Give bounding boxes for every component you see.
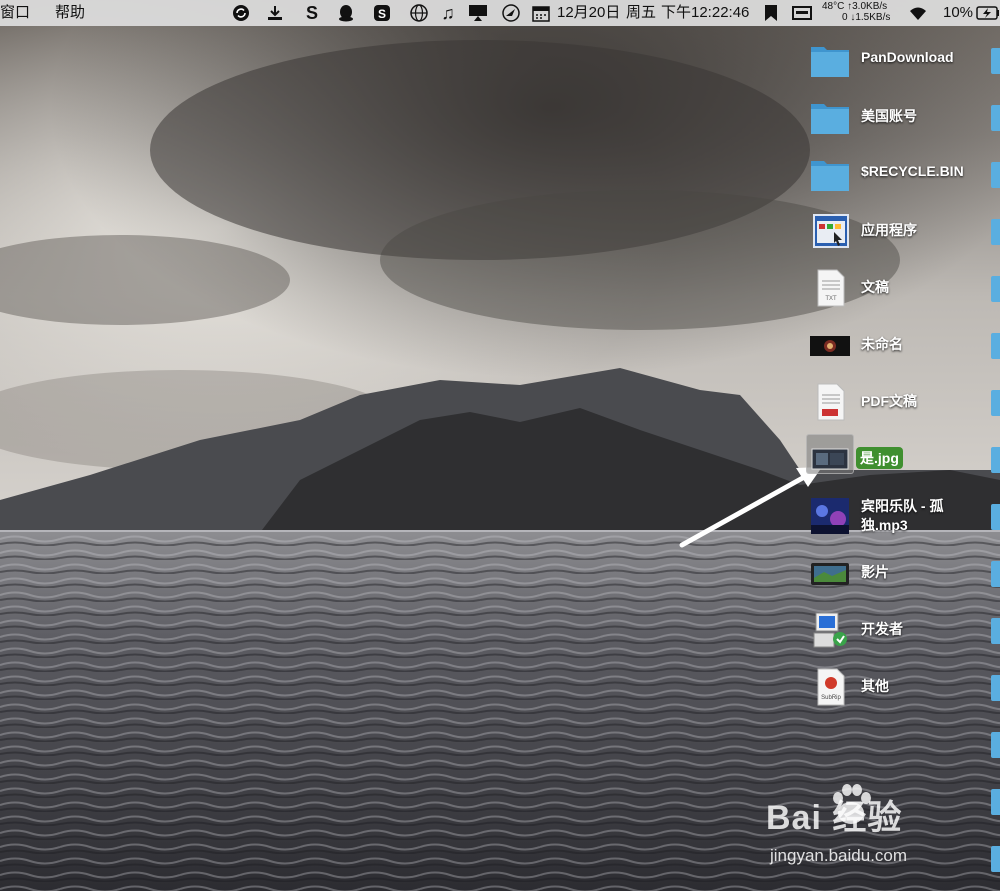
menu-window[interactable]: 窗口 — [0, 4, 30, 22]
folder-icon — [811, 47, 849, 77]
svg-text:S: S — [378, 7, 386, 21]
folder-icon — [811, 161, 849, 191]
image-thumbnail-icon — [811, 448, 849, 470]
menu-help[interactable]: 帮助 — [55, 4, 85, 22]
desktop-item-untitled[interactable]: 未命名 — [808, 322, 998, 368]
menubar-date[interactable]: 12月20日 — [557, 4, 620, 22]
svg-text:TXT: TXT — [825, 296, 837, 302]
menubar-time[interactable]: 下午12:22:46 — [661, 4, 749, 22]
edge-folder[interactable] — [991, 390, 1000, 416]
desktop-item-label: 其他 — [861, 678, 889, 694]
folder-icon — [811, 104, 849, 134]
desktop-item-pdf-documents[interactable]: PDF文稿 — [808, 379, 998, 425]
battery-icon[interactable] — [976, 3, 1000, 23]
battery-percent[interactable]: 10% — [943, 4, 973, 22]
txt-document-icon: TXT — [817, 269, 845, 307]
desktop-item-label: $RECYCLE.BIN — [861, 163, 964, 179]
globe-icon[interactable] — [409, 3, 429, 23]
sogou-icon[interactable]: S — [372, 3, 392, 23]
edge-folder[interactable] — [991, 675, 1000, 701]
edge-folder[interactable] — [991, 618, 1000, 644]
desktop-item-label: 开发者 — [861, 621, 903, 637]
edge-folder[interactable] — [991, 333, 1000, 359]
baidu-jingyan-watermark: Bai 经验 jingyan.baidu.com — [766, 780, 996, 880]
menubar-weekday[interactable]: 周五 — [626, 4, 656, 22]
desktop-item-label: 美国账号 — [861, 108, 917, 124]
desktop-item-label: PanDownload — [861, 49, 954, 65]
svg-text:SubRip: SubRip — [821, 695, 841, 701]
compass-icon[interactable] — [501, 3, 521, 23]
download-icon[interactable] — [265, 3, 285, 23]
screen-mirror-icon[interactable] — [468, 3, 488, 23]
net-down: ↓1.5KB/s — [850, 12, 891, 23]
app-window-icon — [813, 214, 849, 248]
pdf-document-icon — [817, 383, 845, 421]
album-art-icon — [811, 498, 849, 534]
desktop-item-movies[interactable]: 影片 — [808, 550, 998, 596]
desktop-item-pandownload[interactable]: PanDownload — [808, 37, 998, 83]
network-sync-icon[interactable] — [231, 3, 251, 23]
desktop-item-label: 应用程序 — [861, 222, 917, 238]
desktop-item-image-selected[interactable]: 是.jpg — [806, 434, 998, 482]
desktop-item-applications[interactable]: 应用程序 — [808, 208, 998, 254]
network-stats[interactable]: 48°C ↑3.0KB/s 0 ↓1.5KB/s — [822, 1, 890, 23]
desktop-item-label: PDF文稿 — [861, 393, 917, 409]
temp-sub: 0 — [842, 12, 848, 23]
s-app-icon[interactable]: S — [302, 3, 322, 23]
menu-bar: 窗口 帮助 S S ♫ 12月20日 周五 下午12:22:46 48°C ↑3… — [0, 0, 1000, 26]
developer-icon — [813, 612, 847, 648]
desktop-item-label: 影片 — [861, 564, 889, 580]
edge-folder[interactable] — [991, 561, 1000, 587]
net-up: ↑3.0KB/s — [847, 1, 888, 12]
desktop-item-developer[interactable]: 开发者 — [808, 607, 998, 653]
qq-icon[interactable] — [336, 3, 356, 23]
music-note-icon[interactable]: ♫ — [438, 3, 458, 23]
edge-folder[interactable] — [991, 48, 1000, 74]
display-icon[interactable] — [792, 3, 812, 23]
bookmark-icon[interactable] — [761, 3, 781, 23]
desktop-item-us-account[interactable]: 美国账号 — [808, 94, 998, 140]
movie-icon — [811, 563, 849, 585]
edge-folder[interactable] — [991, 276, 1000, 302]
edge-folder[interactable] — [991, 732, 1000, 758]
edge-folder[interactable] — [991, 162, 1000, 188]
edge-folder[interactable] — [991, 504, 1000, 530]
edge-folder[interactable] — [991, 219, 1000, 245]
watermark-sub: jingyan.baidu.com — [770, 846, 908, 865]
wifi-icon[interactable] — [908, 3, 928, 23]
watermark-main: Bai 经验 — [766, 799, 903, 837]
desktop-item-documents[interactable]: TXT 文稿 — [808, 265, 998, 311]
desktop-item-mp3[interactable]: 宾阳乐队 - 孤独.mp3 — [808, 493, 998, 539]
video-thumbnail-icon — [810, 336, 850, 356]
desktop-item-label: 是.jpg — [856, 447, 903, 469]
desktop-item-other[interactable]: SubRip 其他 — [808, 664, 998, 710]
calendar-icon[interactable] — [531, 3, 551, 23]
edge-folder[interactable] — [991, 447, 1000, 473]
subrip-icon: SubRip — [817, 668, 845, 706]
desktop: 窗口 帮助 S S ♫ 12月20日 周五 下午12:22:46 48°C ↑3… — [0, 0, 1000, 891]
edge-folder[interactable] — [991, 105, 1000, 131]
desktop-item-label: 文稿 — [861, 279, 889, 295]
desktop-item-label: 宾阳乐队 - 孤独.mp3 — [861, 498, 944, 533]
desktop-item-recycle-bin[interactable]: $RECYCLE.BIN — [808, 151, 998, 197]
temperature: 48°C — [822, 1, 845, 12]
desktop-item-label: 未命名 — [861, 336, 903, 352]
